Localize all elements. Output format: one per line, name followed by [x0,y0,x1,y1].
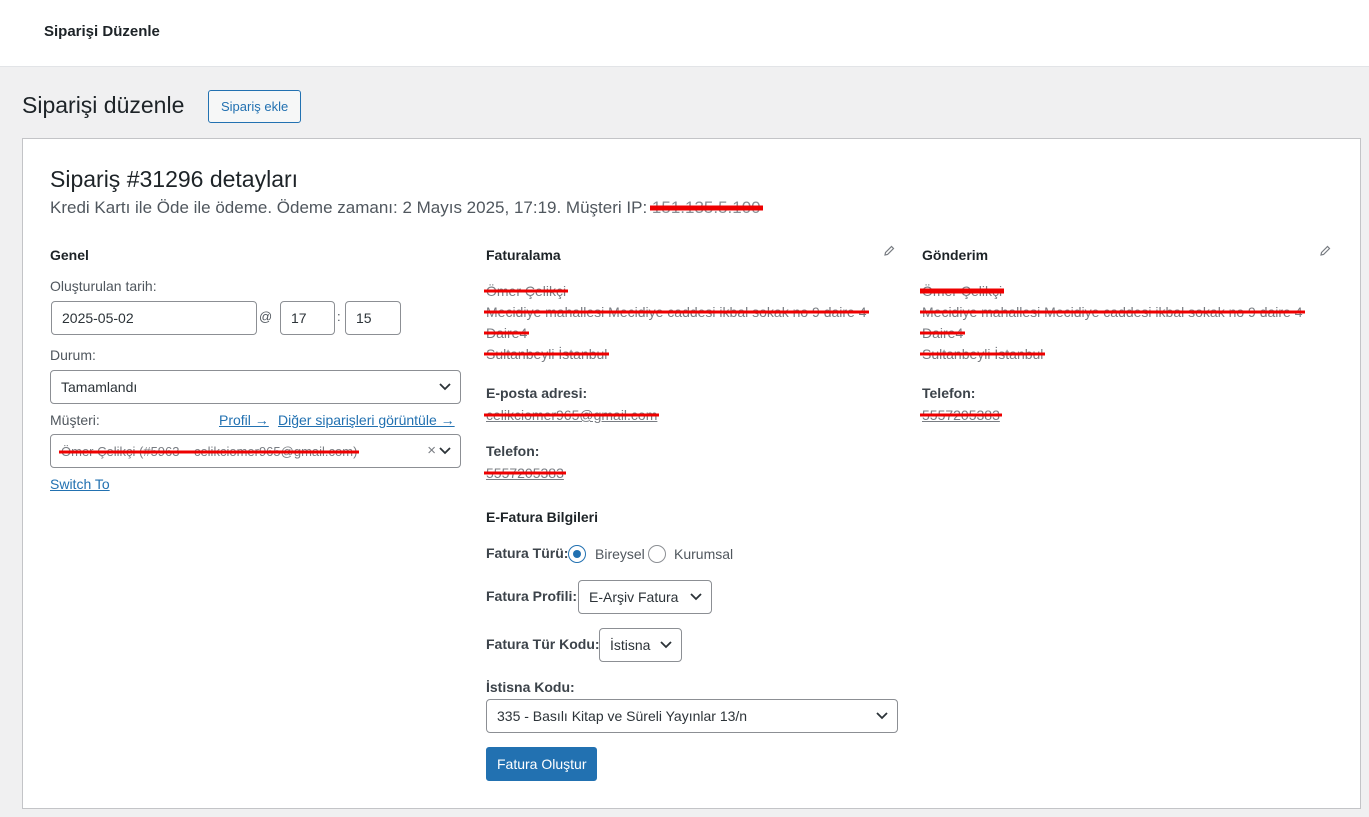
invoice-type-code-label: Fatura Tür Kodu: [486,636,600,652]
shipping-phone-redacted[interactable]: 5557205383 [922,407,1000,423]
status-select[interactable]: Tamamlandı [50,370,461,404]
order-meta: Kredi Kartı ile Öde ile ödeme. Ödeme zam… [50,198,761,218]
billing-email-redacted[interactable]: celikciomer965@gmail.com [486,407,657,423]
invoice-type-code-select[interactable]: İstisna [599,628,682,662]
order-panel: Sipariş #31296 detayları Kredi Kartı ile… [22,138,1361,809]
chevron-down-icon [876,712,888,720]
shipping-city-line: Sultanbeyli İstanbul [922,346,1043,362]
edit-shipping-pencil-icon[interactable] [1319,245,1331,257]
billing-city-redacted: Sultanbeyli İstanbul [486,346,608,362]
billing-address2-redacted: Daire4 [486,325,528,341]
shipping-address2-redacted: Daire4 [922,325,964,341]
billing-address2-line: Daire4 [486,325,527,341]
time-colon: : [337,309,341,324]
customer-ip-redacted: 151.135.5.100 [651,198,761,217]
exemption-code-select[interactable]: 335 - Basılı Kitap ve Süreli Yayınlar 13… [486,699,898,733]
customer-label: Müşteri: [50,412,100,428]
exemption-code-value: 335 - Basılı Kitap ve Süreli Yayınlar 13… [497,708,748,724]
shipping-address2-line: Daire4 [922,325,963,341]
billing-phone-redacted[interactable]: 5557205383 [486,465,564,481]
general-heading: Genel [50,247,89,263]
add-order-button[interactable]: Sipariş ekle [208,90,302,123]
invoice-profile-select[interactable]: E-Arşiv Fatura [578,580,712,614]
shipping-address1-redacted: Mecidiye mahallesi Mecidiye caddesi ikba… [922,304,1303,320]
switch-to-link[interactable]: Switch To [50,476,110,492]
shipping-heading: Gönderim [922,247,989,263]
billing-phone-label: Telefon: [486,443,540,459]
billing-email-line[interactable]: celikciomer965@gmail.com [486,407,657,423]
order-meta-text: Kredi Kartı ile Öde ile ödeme. Ödeme zam… [50,198,648,217]
page-title: Siparişi düzenle [22,92,185,118]
invoice-type-bireysel-label[interactable]: Bireysel [595,546,645,562]
minute-input[interactable]: 15 [345,301,401,335]
exemption-code-label: İstisna Kodu: [486,679,575,695]
shipping-phone-label: Telefon: [922,385,976,401]
invoice-type-kurumsal-radio[interactable] [648,545,666,563]
customer-value-redacted: Ömer Çelikçi (#5963 – celikciomer965@gma… [61,436,357,467]
shipping-city-redacted: Sultanbeyli İstanbul [922,346,1044,362]
chevron-down-icon [660,641,672,649]
billing-address1-line: Mecidiye mahallesi Mecidiye caddesi ikba… [486,304,867,320]
billing-email-label: E-posta adresi: [486,385,588,401]
invoice-profile-value: E-Arşiv Fatura [589,589,679,605]
edit-billing-pencil-icon[interactable] [883,245,895,257]
date-input[interactable]: 2025-05-02 [51,301,257,335]
created-date-label: Oluşturulan tarih: [50,278,157,294]
shipping-name-redacted: Ömer Çelikçi [922,283,1003,299]
order-heading: Sipariş #31296 detayları [50,166,299,192]
shipping-phone-line[interactable]: 5557205383 [922,407,1000,423]
chevron-down-icon [690,593,702,601]
customer-select[interactable]: Ömer Çelikçi (#5963 – celikciomer965@gma… [50,434,461,468]
invoice-type-code-value: İstisna [610,637,651,653]
shipping-address1-line: Mecidiye mahallesi Mecidiye caddesi ikba… [922,304,1303,320]
top-bar-title: Siparişi Düzenle [44,23,160,40]
shipping-name-line: Ömer Çelikçi [922,283,1002,299]
profile-link[interactable]: Profil → [219,412,269,428]
billing-name-redacted: Ömer Çelikçi [486,283,567,299]
billing-heading: Faturalama [486,247,561,263]
other-orders-link[interactable]: Diğer siparişleri görüntüle → [278,412,455,428]
invoice-type-kurumsal-label[interactable]: Kurumsal [674,546,733,562]
top-bar: Siparişi Düzenle [0,0,1369,67]
billing-name-line: Ömer Çelikçi [486,283,566,299]
billing-phone-line[interactable]: 5557205383 [486,465,564,481]
billing-address1-redacted: Mecidiye mahallesi Mecidiye caddesi ikba… [486,304,867,320]
chevron-down-icon [439,383,451,391]
at-separator: @ [259,309,273,324]
invoice-profile-label: Fatura Profili: [486,588,578,604]
billing-city-line: Sultanbeyli İstanbul [486,346,607,362]
clear-customer-icon[interactable]: × [427,435,436,467]
status-value: Tamamlandı [61,379,138,395]
efatura-heading: E-Fatura Bilgileri [486,509,599,525]
status-label: Durum: [50,347,96,363]
invoice-type-bireysel-radio[interactable] [568,545,586,563]
chevron-down-icon [439,447,451,455]
create-invoice-button[interactable]: Fatura Oluştur [486,747,598,781]
invoice-type-label: Fatura Türü: [486,545,569,561]
hour-input[interactable]: 17 [280,301,335,335]
